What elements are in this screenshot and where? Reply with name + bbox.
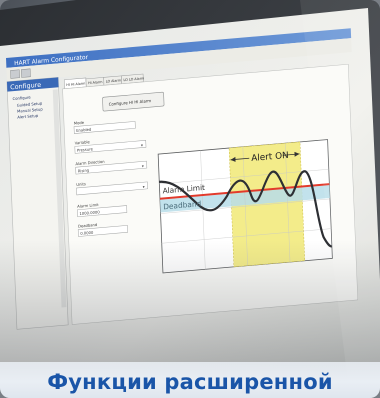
- field-label: Units: [76, 182, 86, 187]
- photo-frame: HART Alarm Configurator Configure Config…: [0, 0, 380, 398]
- toolbar-button[interactable]: [21, 68, 31, 78]
- toolbar-button[interactable]: [10, 69, 20, 79]
- chevron-down-icon: ▾: [143, 184, 145, 189]
- chevron-down-icon: ▾: [142, 163, 144, 168]
- chevron-down-icon: ▾: [141, 143, 143, 148]
- caption: Функции расширенной: [47, 370, 333, 394]
- monitor-photo: HART Alarm Configurator Configure Config…: [0, 0, 380, 398]
